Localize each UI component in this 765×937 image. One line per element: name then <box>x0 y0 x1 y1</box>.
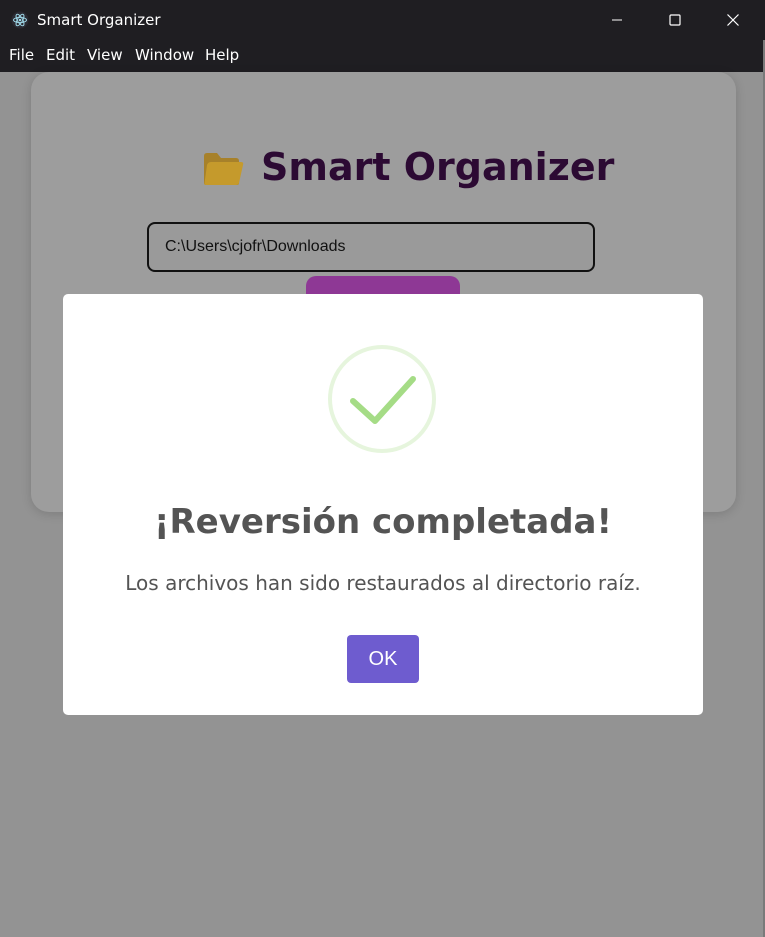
menu-file[interactable]: File <box>9 46 34 64</box>
menu-window[interactable]: Window <box>135 46 194 64</box>
close-icon <box>727 14 739 26</box>
minimize-button[interactable] <box>588 0 646 40</box>
maximize-button[interactable] <box>646 0 704 40</box>
app-window: Smart Organizer File Edit View Window He… <box>0 0 765 937</box>
folder-icon <box>204 153 244 185</box>
success-checkmark-icon <box>328 345 436 453</box>
menu-edit[interactable]: Edit <box>46 46 75 64</box>
alert-dialog: ¡Reversión completada! Los archivos han … <box>63 294 703 715</box>
window-title: Smart Organizer <box>37 11 161 29</box>
dialog-title: ¡Reversión completada! <box>153 502 612 542</box>
menu-view[interactable]: View <box>87 46 123 64</box>
maximize-icon <box>669 14 681 26</box>
close-button[interactable] <box>704 0 762 40</box>
menu-help[interactable]: Help <box>205 46 239 64</box>
title-bar[interactable]: Smart Organizer <box>0 0 765 40</box>
app-heading: Smart Organizer <box>261 145 615 189</box>
menu-bar: File Edit View Window Help <box>0 40 765 72</box>
dialog-message: Los archivos han sido restaurados al dir… <box>125 571 641 595</box>
folder-path-input[interactable] <box>147 222 595 272</box>
minimize-icon <box>612 19 622 21</box>
ok-button[interactable]: OK <box>347 635 419 683</box>
electron-app-icon <box>11 11 29 29</box>
